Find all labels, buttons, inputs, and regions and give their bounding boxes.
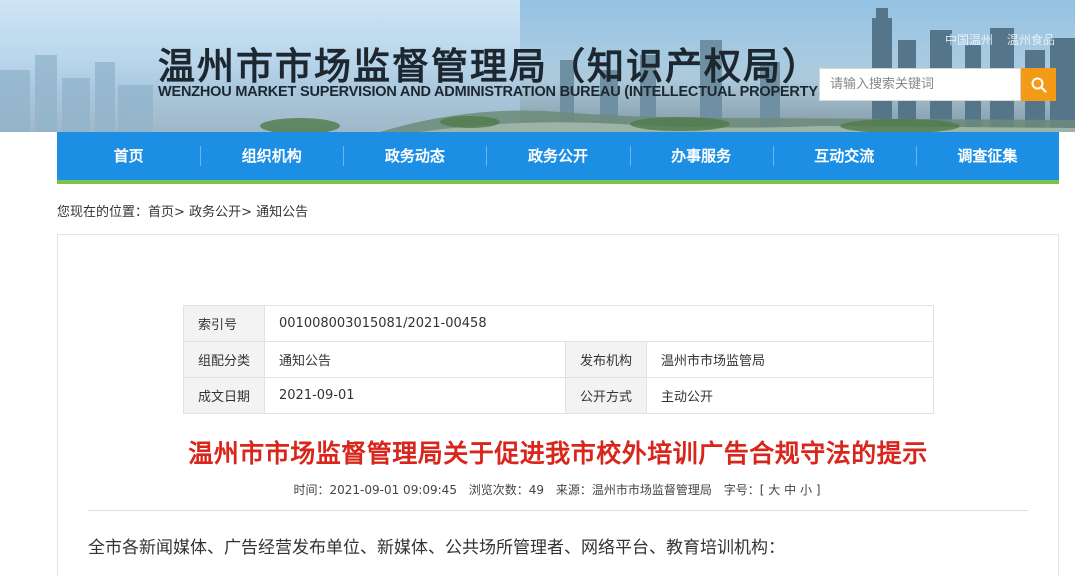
breadcrumb-separator: > xyxy=(174,205,185,220)
nav-item-organization[interactable]: 组织机构 xyxy=(200,132,343,180)
article-title: 温州市市场监督管理局关于促进我市校外培训广告合规守法的提示 xyxy=(188,439,928,468)
table-row: 成文日期 2021-09-01 公开方式 主动公开 xyxy=(182,377,934,414)
index-label: 索引号 xyxy=(182,305,266,342)
breadcrumb-home[interactable]: 首页 xyxy=(148,205,174,220)
category-value: 通知公告 xyxy=(264,341,567,378)
category-label: 组配分类 xyxy=(182,341,266,378)
publisher-label: 发布机构 xyxy=(565,341,648,378)
main-nav: 首页 组织机构 政务动态 政务公开 办事服务 互动交流 调查征集 xyxy=(57,132,1059,180)
source-label: 来源： xyxy=(555,483,592,497)
nav-underline xyxy=(57,180,1059,184)
metadata-table: 索引号 001008003015081/2021-00458 组配分类 通知公告… xyxy=(182,305,934,414)
views-label: 浏览次数： xyxy=(468,483,529,497)
breadcrumb-prefix: 您现在的位置： xyxy=(57,205,149,220)
top-link-zgwz[interactable]: 中国温州 xyxy=(945,33,993,47)
time-label: 时间： xyxy=(293,483,330,497)
date-value: 2021-09-01 xyxy=(264,377,567,414)
nav-item-interaction[interactable]: 互动交流 xyxy=(772,132,916,180)
search-icon xyxy=(1031,77,1047,93)
font-size-medium[interactable]: 中 xyxy=(784,483,796,497)
nav-item-home[interactable]: 首页 xyxy=(57,132,200,180)
site-title: 温州市市场监督管理局（知识产权局） xyxy=(158,44,821,88)
font-size-close-bracket: ] xyxy=(815,483,821,497)
nav-item-gov-disclosure[interactable]: 政务公开 xyxy=(486,132,629,180)
breadcrumb-notices[interactable]: 通知公告 xyxy=(256,205,308,220)
nav-item-services[interactable]: 办事服务 xyxy=(629,132,773,180)
article-info: 时间：2021-09-01 09:09:45 浏览次数：49 来源：温州市市场监… xyxy=(0,481,1075,498)
search-input[interactable]: 请输入搜索关键词 xyxy=(819,68,1021,101)
nav-item-news[interactable]: 政务动态 xyxy=(343,132,486,180)
publisher-value: 温州市市场监管局 xyxy=(646,341,934,378)
search-button[interactable] xyxy=(1021,68,1056,101)
font-size-large[interactable]: 大 xyxy=(768,483,780,497)
breadcrumb: 您现在的位置：首页> 政务公开> 通知公告 xyxy=(57,201,308,220)
source-value: 温州市市场监督管理局 xyxy=(591,483,712,497)
disclosure-label: 公开方式 xyxy=(565,377,648,414)
font-size-control: 字号：[ 大 中 小 ] xyxy=(724,483,821,497)
font-size-label: 字号： xyxy=(723,483,760,497)
nav-item-survey[interactable]: 调查征集 xyxy=(915,132,1059,180)
table-row: 索引号 001008003015081/2021-00458 xyxy=(182,305,934,342)
views-value: 49 xyxy=(528,483,545,497)
breadcrumb-gov-disclosure[interactable]: 政务公开 xyxy=(189,205,241,220)
time-value: 2021-09-01 09:09:45 xyxy=(329,483,457,497)
article-body-first-line: 全市各新闻媒体、广告经营发布单位、新媒体、公共场所管理者、网络平台、教育培训机构… xyxy=(88,538,785,558)
top-links: 中国温州 温州食品 xyxy=(945,31,1065,48)
font-size-open-bracket: [ xyxy=(759,483,765,497)
index-value: 001008003015081/2021-00458 xyxy=(264,305,934,342)
site-subtitle: WENZHOU MARKET SUPERVISION AND ADMINISTR… xyxy=(158,84,878,100)
table-row: 组配分类 通知公告 发布机构 温州市市场监管局 xyxy=(182,341,934,378)
breadcrumb-separator: > xyxy=(241,205,252,220)
date-label: 成文日期 xyxy=(182,377,266,414)
disclosure-value: 主动公开 xyxy=(646,377,934,414)
article-divider xyxy=(88,510,1028,511)
top-link-wzsp[interactable]: 温州食品 xyxy=(1007,33,1055,47)
font-size-small[interactable]: 小 xyxy=(800,483,812,497)
header-banner: 温州市市场监督管理局（知识产权局） WENZHOU MARKET SUPERVI… xyxy=(0,0,1075,132)
